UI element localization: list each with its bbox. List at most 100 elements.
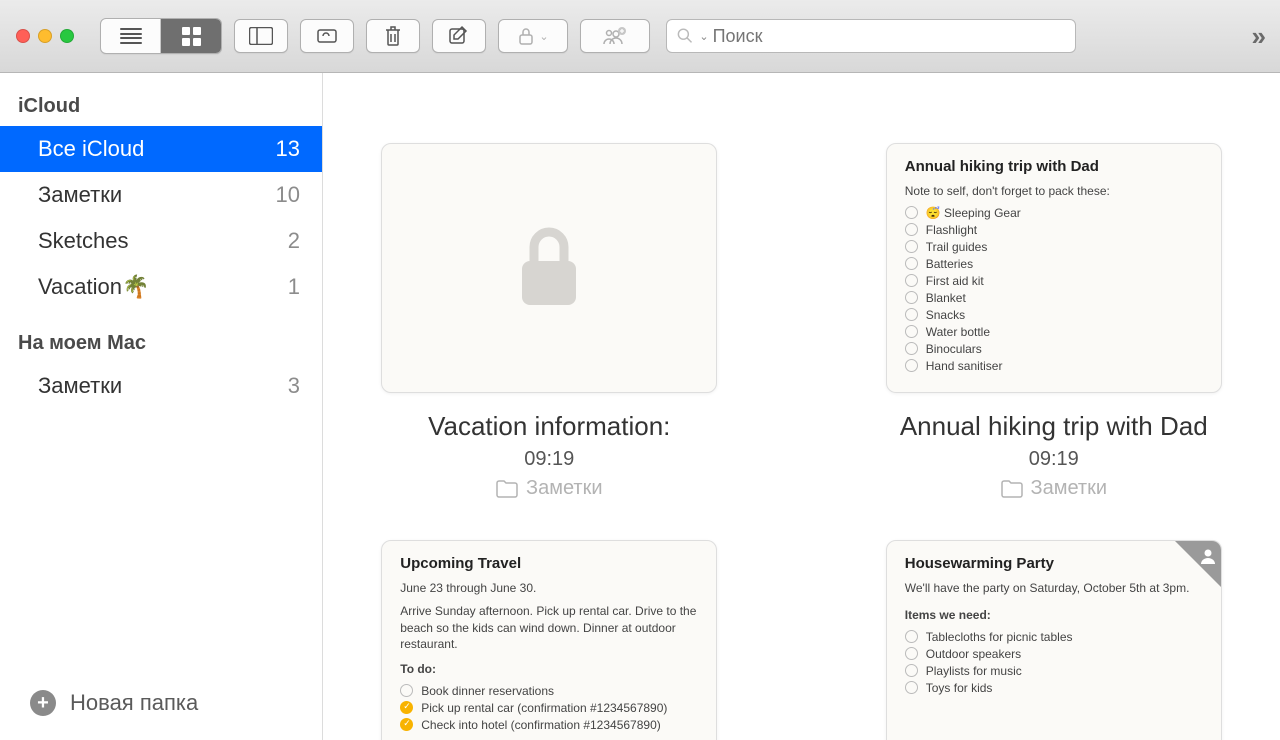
note-cell[interactable]: Housewarming Party We'll have the party … (862, 540, 1247, 740)
checkbox-icon (400, 684, 413, 697)
sidebar: iCloud Все iCloud 13 Заметки 10 Sketches… (0, 73, 323, 740)
folder-count: 1 (288, 274, 300, 300)
new-folder-button[interactable]: + Новая папка (0, 672, 322, 740)
folder-label: Все iCloud (38, 136, 144, 162)
new-note-button[interactable] (432, 19, 486, 53)
plus-icon: + (30, 690, 56, 716)
checklist-item: Toys for kids (905, 681, 1203, 695)
folder-icon (496, 480, 518, 498)
note-cell[interactable]: Vacation information: 09:19 Заметки (357, 143, 742, 500)
folder-label: Vacation🌴 (38, 274, 149, 300)
attachment-icon (315, 27, 339, 45)
checkbox-icon (905, 647, 918, 660)
sidebar-icon (249, 27, 273, 45)
grid-icon (182, 27, 201, 46)
folder-label: Заметки (38, 182, 122, 208)
window-controls (16, 29, 74, 43)
grid-view-button[interactable] (161, 19, 221, 53)
search-icon (677, 27, 693, 45)
checklist-item: Hand sanitiser (905, 359, 1203, 373)
folder-count: 13 (276, 136, 300, 162)
folder-count: 2 (288, 228, 300, 254)
lock-menu-button[interactable]: ⌄ (498, 19, 568, 53)
preview-line: Arrive Sunday afternoon. Pick up rental … (400, 603, 698, 653)
checkbox-icon (905, 342, 918, 355)
note-time: 09:19 (524, 448, 574, 471)
checkbox-icon (905, 223, 918, 236)
note-time: 09:19 (1029, 448, 1079, 471)
note-preview: Annual hiking trip with Dad Note to self… (886, 143, 1222, 393)
checklist-item: Batteries (905, 257, 1203, 271)
new-folder-label: Новая папка (70, 690, 198, 716)
folder-all-icloud[interactable]: Все iCloud 13 (0, 126, 322, 172)
checklist-item: 😴 Sleeping Gear (905, 206, 1203, 220)
note-cell[interactable]: Upcoming Travel June 23 through June 30.… (357, 540, 742, 740)
checkbox-icon (400, 701, 413, 714)
folder-sketches[interactable]: Sketches 2 (0, 218, 322, 264)
toolbar: ⌄ ⌄ » (0, 0, 1280, 73)
checklist-item: Playlists for music (905, 664, 1203, 678)
preview-title: Upcoming Travel (400, 555, 698, 572)
checkbox-icon (905, 681, 918, 694)
note-title: Vacation information: (428, 411, 670, 442)
overflow-button[interactable]: » (1252, 21, 1264, 52)
list-view-button[interactable] (101, 19, 161, 53)
checklist-item: Snacks (905, 308, 1203, 322)
preview-todo-label: To do: (400, 661, 698, 678)
trash-icon (383, 25, 403, 47)
checkbox-icon (905, 359, 918, 372)
preview-title: Annual hiking trip with Dad (905, 158, 1203, 175)
preview-title: Housewarming Party (905, 555, 1203, 572)
preview-todo-label: Items we need: (905, 607, 1203, 624)
preview-line: June 23 through June 30. (400, 580, 698, 597)
checklist-item: Flashlight (905, 223, 1203, 237)
checkbox-icon (905, 308, 918, 321)
minimize-window[interactable] (38, 29, 52, 43)
notes-grid: Vacation information: 09:19 Заметки Annu… (323, 73, 1280, 740)
folder-count: 10 (276, 182, 300, 208)
compose-icon (448, 25, 470, 47)
checkbox-icon (905, 274, 918, 287)
note-title: Annual hiking trip with Dad (900, 411, 1208, 442)
note-preview-locked (381, 143, 717, 393)
toggle-sidebar-button[interactable] (234, 19, 288, 53)
checkbox-icon (905, 325, 918, 338)
note-preview: Housewarming Party We'll have the party … (886, 540, 1222, 740)
checklist-item: Binoculars (905, 342, 1203, 356)
fullscreen-window[interactable] (60, 29, 74, 43)
folder-local-notes[interactable]: Заметки 3 (0, 363, 322, 409)
note-folder: Заметки (496, 477, 603, 500)
checklist-item: Check into hotel (confirmation #12345678… (400, 718, 698, 732)
checklist-item: First aid kit (905, 274, 1203, 288)
search-input[interactable] (713, 26, 1065, 47)
lock-icon (517, 26, 535, 46)
folder-vacation[interactable]: Vacation🌴 1 (0, 264, 322, 310)
folder-notes[interactable]: Заметки 10 (0, 172, 322, 218)
checklist-item: Water bottle (905, 325, 1203, 339)
preview-line: We'll have the party on Saturday, Octobe… (905, 580, 1203, 597)
note-preview: Upcoming Travel June 23 through June 30.… (381, 540, 717, 740)
note-folder: Заметки (1001, 477, 1108, 500)
delete-button[interactable] (366, 19, 420, 53)
checklist-item: Trail guides (905, 240, 1203, 254)
add-people-icon (602, 26, 628, 46)
folder-icon (1001, 480, 1023, 498)
chevron-down-icon: ⌄ (539, 30, 548, 43)
checkbox-icon (905, 206, 918, 219)
view-mode-segment (100, 18, 222, 54)
checklist-item: Blanket (905, 291, 1203, 305)
checklist-item: Pick up rental car (confirmation #123456… (400, 701, 698, 715)
checkbox-icon (905, 291, 918, 304)
note-cell[interactable]: Annual hiking trip with Dad Note to self… (862, 143, 1247, 500)
search-field[interactable]: ⌄ (666, 19, 1076, 53)
checkbox-icon (905, 664, 918, 677)
checkbox-icon (905, 630, 918, 643)
checklist-item: Outdoor speakers (905, 647, 1203, 661)
attach-button[interactable] (300, 19, 354, 53)
close-window[interactable] (16, 29, 30, 43)
shared-badge (1175, 541, 1221, 587)
share-menu-button[interactable] (580, 19, 650, 53)
folder-label: Sketches (38, 228, 129, 254)
list-icon (120, 28, 142, 44)
chevron-down-icon: ⌄ (699, 30, 708, 43)
